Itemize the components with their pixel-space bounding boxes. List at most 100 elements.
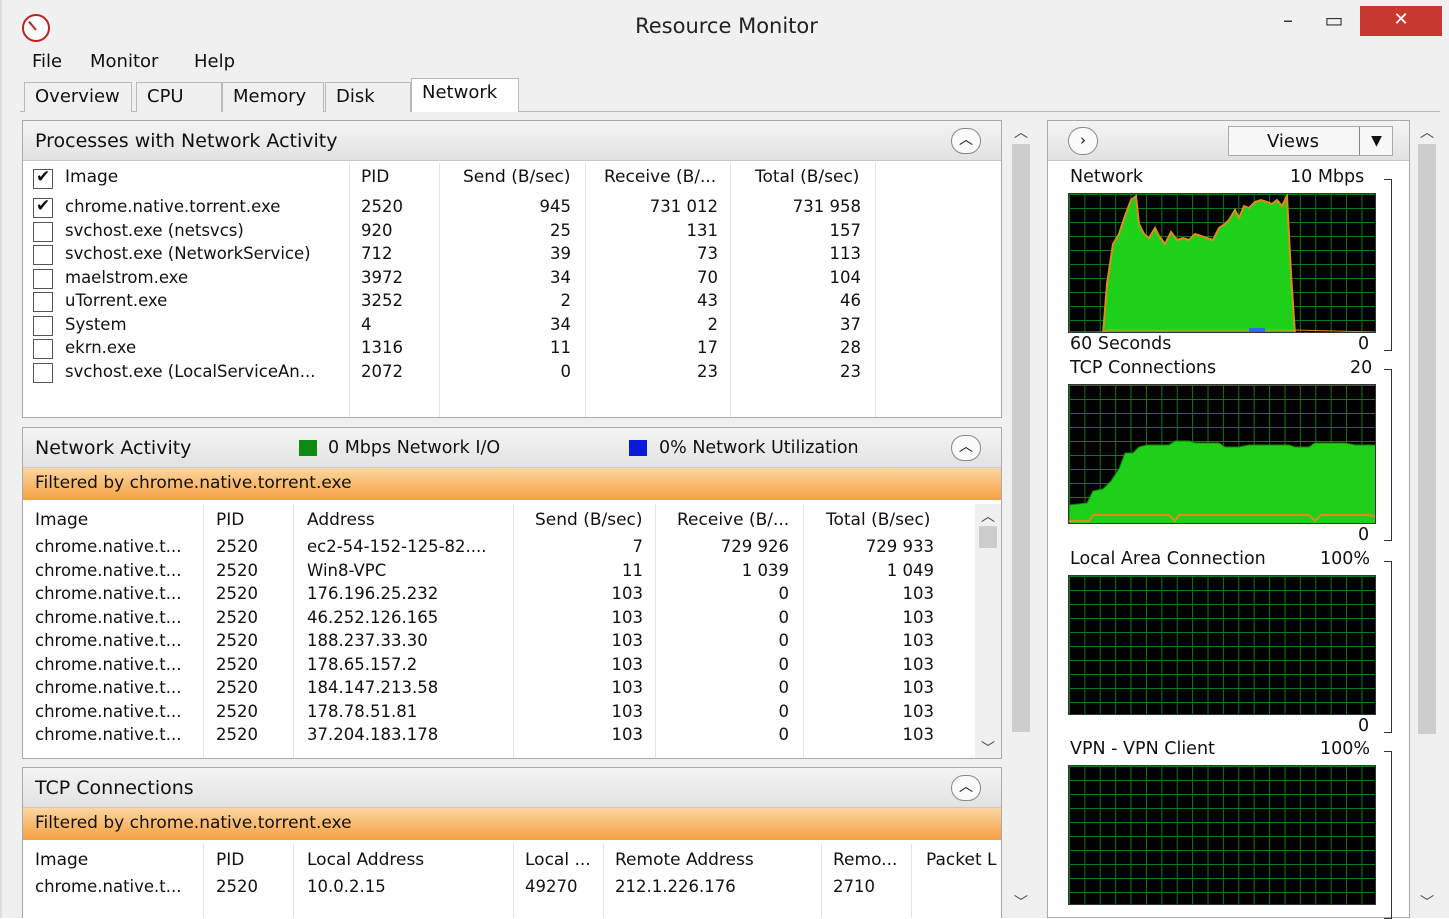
col-remote-port[interactable]: Remo... xyxy=(833,850,897,870)
graphs-scrollbar[interactable]: ︿ ﹀ xyxy=(1414,120,1440,918)
tab-overview[interactable]: Overview xyxy=(24,82,132,112)
process-row[interactable]: maelstrom.exe 3972 34 70 104 xyxy=(23,267,1001,291)
graph-scale-bracket xyxy=(1384,369,1392,541)
menu-monitor[interactable]: Monitor xyxy=(90,51,158,72)
col-local-port[interactable]: Local ... xyxy=(525,850,591,870)
process-send: 34 xyxy=(550,314,571,334)
network-activity-row[interactable]: chrome.native.t... 2520 178.78.51.81 103 0 10… xyxy=(23,701,973,725)
graph-scale-bracket xyxy=(1384,751,1392,919)
process-image: svchost.exe (netsvcs) xyxy=(65,220,244,240)
collapse-processes-button[interactable]: ︿ xyxy=(951,128,981,154)
network-activity-row[interactable]: chrome.native.t... 2520 46.252.126.165 103 0… xyxy=(23,607,973,631)
maximize-button[interactable]: ▭ xyxy=(1312,6,1356,36)
tcp-connections-header[interactable]: TCP Connections ︿ xyxy=(23,768,1001,808)
scroll-up-arrow-icon[interactable]: ︿ xyxy=(1008,122,1034,142)
network-activity-row[interactable]: chrome.native.t... 2520 ec2-54-152-125-82.… xyxy=(23,536,973,560)
process-image: uTorrent.exe xyxy=(65,291,168,310)
process-send: 34 xyxy=(550,267,571,287)
tab-disk[interactable]: Disk xyxy=(325,82,411,112)
col-total[interactable]: Total (B/sec) xyxy=(826,510,930,530)
col-send[interactable]: Send (B/sec) xyxy=(535,510,643,530)
process-send: 2 xyxy=(560,291,572,310)
scroll-down-arrow-icon[interactable]: ﹀ xyxy=(1008,892,1034,912)
network-activity-row[interactable]: chrome.native.t... 2520 176.196.25.232 103 0… xyxy=(23,583,973,607)
process-checkbox[interactable] xyxy=(33,362,53,383)
col-receive[interactable]: Receive (B/... xyxy=(677,510,789,530)
expand-arrow-icon[interactable]: › xyxy=(1068,127,1098,155)
process-row[interactable]: svchost.exe (NetworkService) 712 39 73 113 xyxy=(23,243,1001,267)
col-pid[interactable]: PID xyxy=(216,510,244,530)
process-row[interactable]: chrome.native.torrent.exe 2520 945 731 012 7… xyxy=(23,196,1001,220)
col-address[interactable]: Address xyxy=(307,510,375,530)
tab-memory[interactable]: Memory xyxy=(222,82,324,112)
tcp-local-port: 49270 xyxy=(525,877,578,896)
network-activity-row[interactable]: chrome.native.t... 2520 37.204.183.178 103 0… xyxy=(23,724,973,748)
chevron-down-icon[interactable]: ▼ xyxy=(1359,127,1393,155)
col-image[interactable]: Image xyxy=(35,510,88,530)
process-checkbox[interactable] xyxy=(33,315,53,336)
scrollbar-thumb[interactable] xyxy=(1012,144,1030,732)
connection-image: chrome.native.t... xyxy=(35,654,182,674)
network-activity-row[interactable]: chrome.native.t... 2520 184.147.213.58 103 0… xyxy=(23,677,973,701)
main-scrollbar[interactable]: ︿ ﹀ xyxy=(1008,120,1034,918)
process-receive: 23 xyxy=(697,361,718,381)
process-checkbox[interactable] xyxy=(33,245,53,265)
scroll-up-arrow-icon[interactable]: ︿ xyxy=(1414,122,1440,142)
network-graph-plot xyxy=(1069,194,1375,332)
col-send[interactable]: Send (B/sec) xyxy=(463,167,571,187)
connection-address: 176.196.25.232 xyxy=(307,584,439,603)
process-send: 11 xyxy=(550,338,571,357)
process-row[interactable]: ekrn.exe 1316 11 17 28 xyxy=(23,337,1001,361)
tab-network[interactable]: Network xyxy=(411,78,519,112)
connection-address: 184.147.213.58 xyxy=(307,678,439,697)
collapse-tcp-connections-button[interactable]: ︿ xyxy=(951,775,981,801)
col-receive[interactable]: Receive (B/... xyxy=(604,167,716,187)
process-receive: 131 xyxy=(686,220,719,240)
col-pid[interactable]: PID xyxy=(216,850,244,870)
col-packet-loss[interactable]: Packet L xyxy=(926,850,997,870)
network-activity-row[interactable]: chrome.native.t... 2520 188.237.33.30 103 0 1… xyxy=(23,630,973,654)
col-pid[interactable]: PID xyxy=(361,167,389,187)
collapse-network-activity-button[interactable]: ︿ xyxy=(951,435,981,461)
tcp-graph-plot xyxy=(1069,440,1375,523)
tab-cpu[interactable]: CPU xyxy=(136,82,222,112)
col-total[interactable]: Total (B/sec) xyxy=(755,167,859,187)
close-button[interactable]: ✕ xyxy=(1360,6,1442,36)
graph-vpn-max: 100% xyxy=(1320,739,1371,759)
connection-total: 103 xyxy=(902,678,935,697)
scrollbar-thumb[interactable] xyxy=(1418,144,1436,734)
network-activity-row[interactable]: chrome.native.t... 2520 178.65.157.2 103 0 10… xyxy=(23,654,973,678)
scrollbar-thumb[interactable] xyxy=(979,526,997,548)
menu-help[interactable]: Help xyxy=(194,51,235,72)
process-receive: 731 012 xyxy=(649,197,718,216)
scroll-up-arrow-icon[interactable]: ︿ xyxy=(975,506,1001,526)
menu-file[interactable]: File xyxy=(32,51,62,72)
network-activity-header[interactable]: Network Activity 0 Mbps Network I/O 0% N… xyxy=(23,428,1001,468)
process-row[interactable]: uTorrent.exe 3252 2 43 46 xyxy=(23,290,1001,314)
network-activity-scrollbar[interactable]: ︿ ﹀ xyxy=(975,504,1001,758)
process-checkbox[interactable] xyxy=(33,339,53,359)
scroll-down-arrow-icon[interactable]: ﹀ xyxy=(1414,892,1440,912)
process-row[interactable]: System 4 34 2 37 xyxy=(23,314,1001,338)
select-all-checkbox[interactable] xyxy=(33,167,53,189)
tcp-connection-row[interactable]: chrome.native.t... 2520 10.0.2.15 49270 212.… xyxy=(23,876,1001,900)
process-checkbox[interactable] xyxy=(33,196,53,218)
process-row[interactable]: svchost.exe (LocalServiceAn... 2072 0 23 23 xyxy=(23,361,1001,385)
process-checkbox[interactable] xyxy=(33,221,53,242)
processes-panel: Processes with Network Activity ︿ Image … xyxy=(22,120,1002,418)
col-local-address[interactable]: Local Address xyxy=(307,850,424,870)
network-activity-row[interactable]: chrome.native.t... 2520 Win8-VPC 11 1 039 1 0… xyxy=(23,560,973,584)
process-checkbox[interactable] xyxy=(33,268,53,289)
tcp-remote-address: 212.1.226.176 xyxy=(615,877,736,896)
views-button[interactable]: Views ▼ xyxy=(1228,126,1393,156)
process-checkbox[interactable] xyxy=(33,292,53,312)
network-io-legend-swatch xyxy=(299,440,317,456)
connection-address: 188.237.33.30 xyxy=(307,631,428,650)
processes-panel-header[interactable]: Processes with Network Activity ︿ xyxy=(23,121,1001,161)
process-row[interactable]: svchost.exe (netsvcs) 920 25 131 157 xyxy=(23,220,1001,244)
col-image[interactable]: Image xyxy=(35,850,88,870)
minimize-button[interactable]: – xyxy=(1266,6,1310,36)
col-remote-address[interactable]: Remote Address xyxy=(615,850,754,870)
scroll-down-arrow-icon[interactable]: ﹀ xyxy=(975,738,1001,758)
col-image[interactable]: Image xyxy=(65,167,118,187)
